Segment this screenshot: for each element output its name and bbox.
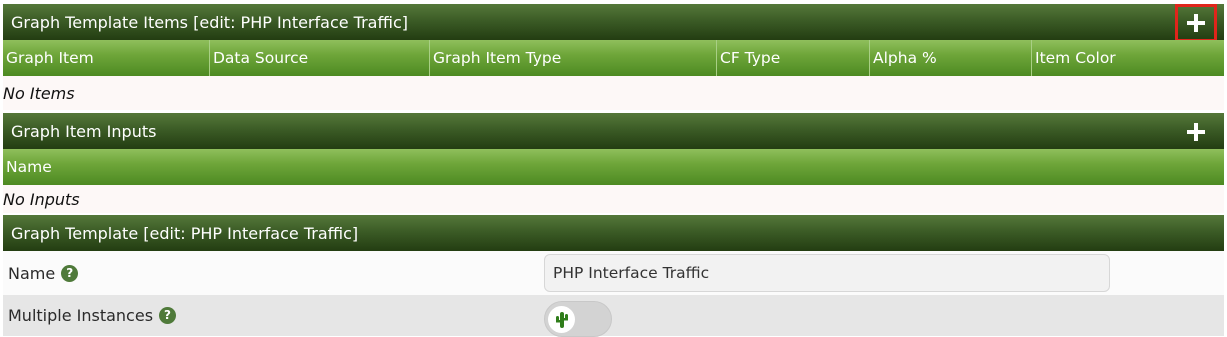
multiple-instances-label-group: Multiple Instances ? <box>8 306 177 325</box>
items-panel-header: Graph Template Items [edit: PHP Interfac… <box>3 4 1224 40</box>
column-alpha[interactable]: Alpha % <box>869 40 1031 76</box>
name-label-group: Name ? <box>8 263 79 283</box>
plus-icon <box>1187 123 1205 141</box>
template-panel-header: Graph Template [edit: PHP Interface Traf… <box>3 215 1224 251</box>
name-input[interactable]: PHP Interface Traffic <box>544 254 1110 292</box>
name-label: Name <box>8 263 56 283</box>
cactus-icon <box>555 311 568 328</box>
column-name[interactable]: Name <box>3 149 1224 185</box>
multiple-instances-label: Multiple Instances <box>8 306 154 325</box>
no-inputs-text: No Inputs <box>3 185 1224 213</box>
items-panel-title: Graph Template Items [edit: PHP Interfac… <box>11 12 408 32</box>
question-circle-icon[interactable]: ? <box>61 264 79 282</box>
column-cf-type[interactable]: CF Type <box>716 40 869 76</box>
column-data-source[interactable]: Data Source <box>209 40 429 76</box>
inputs-panel-title: Graph Item Inputs <box>11 121 157 141</box>
multiple-instances-toggle[interactable] <box>544 301 612 337</box>
add-input-button[interactable] <box>1175 113 1217 151</box>
question-circle-icon[interactable]: ? <box>159 307 177 324</box>
template-panel-title: Graph Template [edit: PHP Interface Traf… <box>11 223 359 243</box>
no-items-text: No Items <box>3 76 1224 110</box>
column-graph-item[interactable]: Graph Item <box>3 40 209 76</box>
items-column-header: Graph Item Data Source Graph Item Type C… <box>3 40 1224 76</box>
inputs-column-header: Name <box>3 149 1224 185</box>
toggle-knob <box>548 306 575 333</box>
column-item-color[interactable]: Item Color <box>1031 40 1224 76</box>
inputs-panel-header: Graph Item Inputs <box>3 113 1224 149</box>
multiple-instances-row: Multiple Instances ? <box>3 295 1224 337</box>
add-item-button[interactable] <box>1175 4 1217 42</box>
plus-icon <box>1187 14 1205 32</box>
column-graph-item-type[interactable]: Graph Item Type <box>429 40 716 76</box>
name-row: Name ? PHP Interface Traffic <box>3 251 1224 295</box>
